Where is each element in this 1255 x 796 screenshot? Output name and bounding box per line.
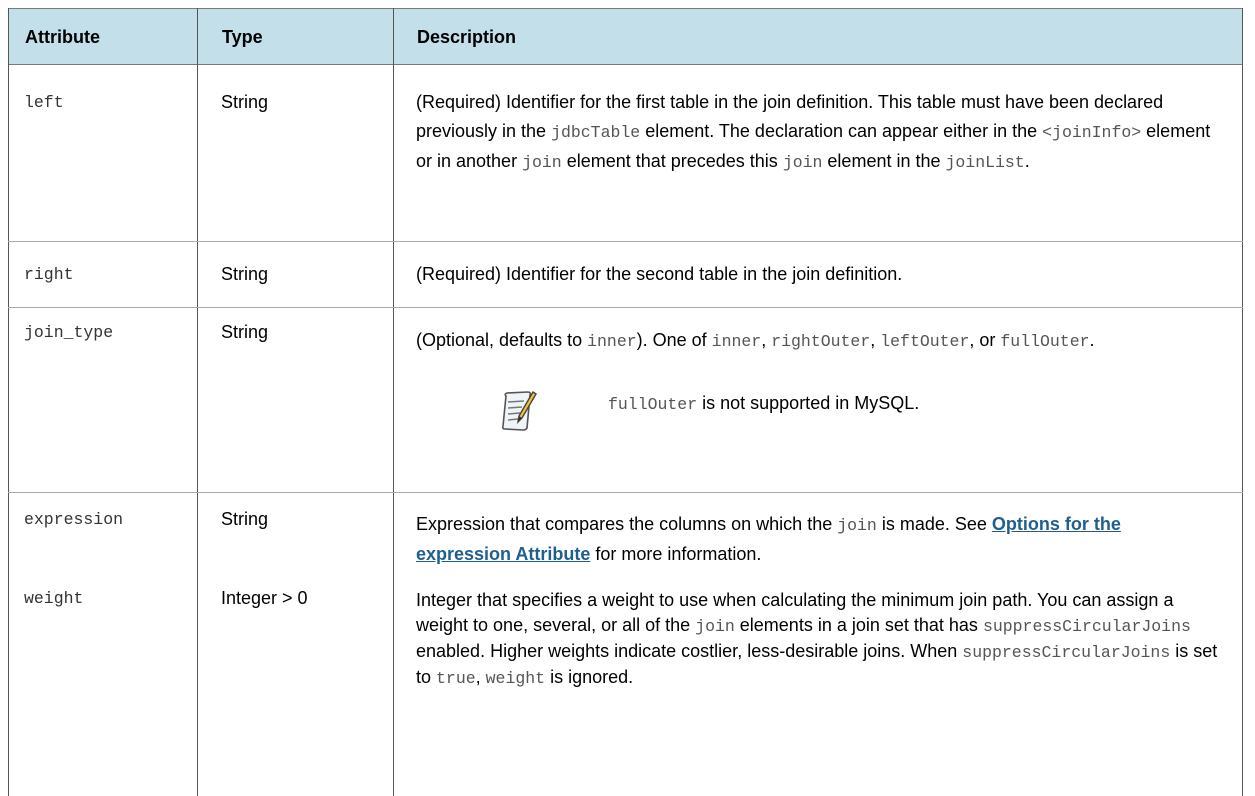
attribute-description: (Required) Identifier for the first tabl… xyxy=(416,92,1211,172)
row-divider xyxy=(8,492,1243,493)
table-border-right xyxy=(1242,8,1243,796)
attribute-name: right xyxy=(24,265,74,284)
row-divider xyxy=(8,307,1243,308)
note-text: fullOuter is not supported in MySQL. xyxy=(608,393,920,414)
attribute-name: join_type xyxy=(24,323,114,342)
attribute-description: Expression that compares the columns on … xyxy=(416,514,1121,564)
attributes-table: Attribute Type Description left String (… xyxy=(8,8,1243,796)
note-pencil-icon xyxy=(501,391,537,431)
attribute-type: String xyxy=(221,264,269,284)
attribute-description: Integer that specifies a weight to use w… xyxy=(416,590,1218,688)
table-header: Attribute Type Description xyxy=(8,8,1243,65)
attribute-name: expression xyxy=(24,510,124,529)
row-divider xyxy=(8,241,1243,242)
attribute-name: left xyxy=(24,93,64,112)
attribute-description: (Optional, defaults to inner). One of in… xyxy=(416,330,1095,351)
header-description: Description xyxy=(417,27,517,47)
attribute-description: (Required) Identifier for the second tab… xyxy=(416,264,903,284)
attribute-type: String xyxy=(221,92,269,112)
attribute-name: weight xyxy=(24,589,84,608)
attribute-type: String xyxy=(221,509,269,529)
column-divider xyxy=(393,8,394,796)
column-divider xyxy=(197,8,198,796)
table-border-left xyxy=(8,8,9,796)
attribute-type: Integer > 0 xyxy=(221,588,308,608)
header-type: Type xyxy=(222,27,263,47)
header-attribute: Attribute xyxy=(25,27,100,47)
attribute-type: String xyxy=(221,322,269,342)
